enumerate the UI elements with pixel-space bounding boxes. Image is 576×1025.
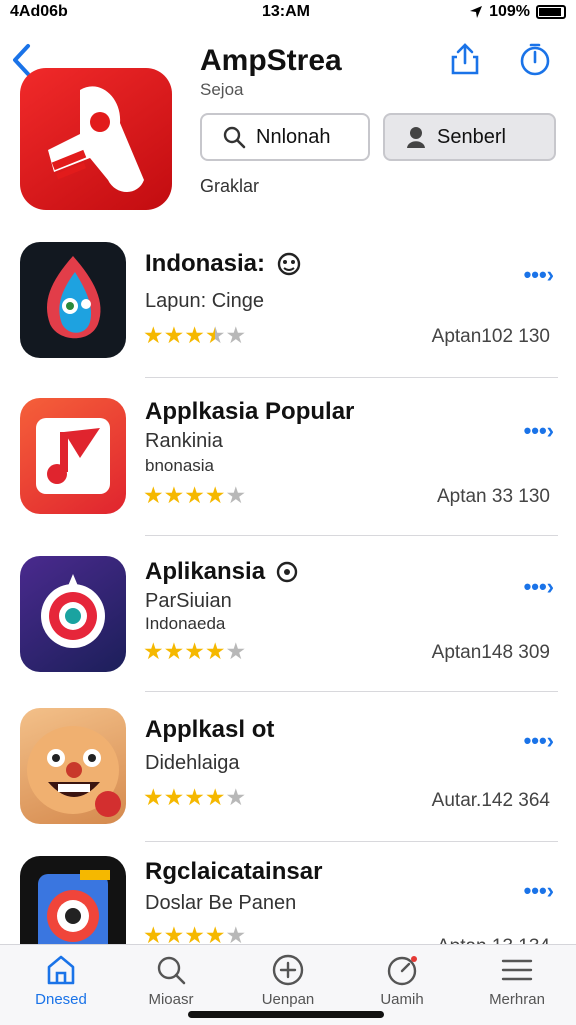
share-icon[interactable] xyxy=(448,42,482,76)
tab-home[interactable]: Dnesed xyxy=(11,953,111,1008)
app-title: Applkasl ot xyxy=(145,716,274,744)
category-label: Graklar xyxy=(200,176,260,196)
star-rating: ★★★★★ xyxy=(143,322,247,348)
star-rating: ★★★★★ xyxy=(143,482,247,508)
list-item[interactable]: Indonasia: Lapun: Cinge ★★★★★ Aptan102 1… xyxy=(0,238,576,388)
list-item[interactable]: Aplikansia ParSiuian Indonaeda ★★★★★ Apt… xyxy=(0,552,576,702)
list-item[interactable]: Applkasia Popular Rankinia bnonasia ★★★★… xyxy=(0,394,576,544)
status-right: 109% xyxy=(469,3,566,21)
app-icon xyxy=(20,242,126,358)
spiral-icon xyxy=(41,574,105,648)
cartoon-face-icon xyxy=(27,726,121,817)
page-subtitle: Sejoa xyxy=(200,80,244,99)
tab-add[interactable]: Uenpan xyxy=(238,953,338,1008)
more-chevron-icon[interactable]: •••› xyxy=(524,262,554,288)
more-chevron-icon[interactable]: •••› xyxy=(524,878,554,904)
divider xyxy=(145,841,558,842)
app-icon xyxy=(20,556,126,672)
tab-menu-label: Merhran xyxy=(489,991,545,1008)
tab-gauge-label: Uamih xyxy=(380,991,424,1008)
battery-icon xyxy=(536,5,566,19)
plus-circle-icon xyxy=(272,954,304,986)
app-hero-icon xyxy=(20,68,172,210)
search-button-label: Nnlonah xyxy=(256,125,331,148)
rating-count: Aptan 33 130 xyxy=(436,486,550,507)
app-icon xyxy=(20,398,126,514)
app-subtitle: Rankinia xyxy=(145,430,223,452)
tab-search[interactable]: Mioasr xyxy=(121,953,221,1008)
person-icon xyxy=(407,127,425,148)
location-icon xyxy=(470,6,483,18)
music-note-icon xyxy=(36,418,110,494)
app-title-text: Applkasl ot xyxy=(145,716,275,743)
app-title-text: Aplikansia xyxy=(145,558,266,585)
app-title: Indonasia: xyxy=(145,250,303,278)
app-title: Applkasia Popular xyxy=(145,398,354,426)
more-chevron-icon[interactable]: •••› xyxy=(524,728,554,754)
app-subtitle: Lapun: Cinge xyxy=(145,290,264,312)
carrier-label: 4Ad06b xyxy=(10,3,68,20)
search-icon xyxy=(223,126,246,149)
rating-count: Autar.142 364 xyxy=(431,790,550,811)
app-subtitle: Doslar Be Panen xyxy=(145,892,297,914)
star-rating: ★★★★★ xyxy=(143,638,247,664)
tab-gauge[interactable]: Uamih xyxy=(352,953,452,1008)
search-icon xyxy=(157,956,186,985)
app-icon xyxy=(20,708,126,824)
clock: 13:AM xyxy=(262,3,311,20)
app-title-text: Applkasia Popular xyxy=(145,398,355,425)
timer-icon[interactable] xyxy=(518,42,552,76)
divider xyxy=(145,691,558,692)
app-subtitle: ParSiuian xyxy=(145,590,232,612)
home-icon xyxy=(47,955,75,985)
tab-search-label: Mioasr xyxy=(148,991,194,1008)
search-button[interactable]: Nnlonah xyxy=(200,113,370,161)
divider xyxy=(145,535,558,536)
status-bar: 4Ad06b 13:AM 109% xyxy=(0,0,576,26)
circle-badge-icon xyxy=(276,561,298,583)
emoji-badge-icon xyxy=(277,252,301,276)
battery-percent: 109% xyxy=(489,3,530,20)
tab-home-label: Dnesed xyxy=(35,991,87,1008)
megaphone-icon xyxy=(48,86,144,192)
menu-icon xyxy=(501,959,533,981)
profile-button[interactable]: Senberl xyxy=(383,113,556,161)
tab-add-label: Uenpan xyxy=(261,991,315,1008)
home-indicator xyxy=(188,1011,384,1018)
rating-count: Aptan148 309 xyxy=(431,642,550,663)
more-chevron-icon[interactable]: •••› xyxy=(524,418,554,444)
page-title: AmpStrea xyxy=(200,44,342,77)
rating-count: Aptan102 130 xyxy=(431,326,550,347)
app-title-text: Indonasia: xyxy=(145,250,266,277)
more-chevron-icon[interactable]: •••› xyxy=(524,574,554,600)
app-subtitle-secondary: Indonaeda xyxy=(145,614,226,633)
divider xyxy=(145,377,558,378)
app-subtitle-secondary: bnonasia xyxy=(145,456,215,475)
list-item[interactable]: Applkasl ot Didehlaiga ★★★★★ Autar.142 3… xyxy=(0,708,576,858)
flame-face-icon xyxy=(46,256,101,339)
app-title-text: Rgclaicatainsar xyxy=(145,858,323,885)
gauge-icon xyxy=(387,956,417,986)
profile-button-label: Senberl xyxy=(437,125,506,148)
app-title: Aplikansia xyxy=(145,558,299,586)
app-subtitle: Didehlaiga xyxy=(145,752,240,774)
tab-menu[interactable]: Merhran xyxy=(467,953,567,1008)
app-title: Rgclaicatainsar xyxy=(145,858,322,886)
star-rating: ★★★★★ xyxy=(143,784,247,810)
